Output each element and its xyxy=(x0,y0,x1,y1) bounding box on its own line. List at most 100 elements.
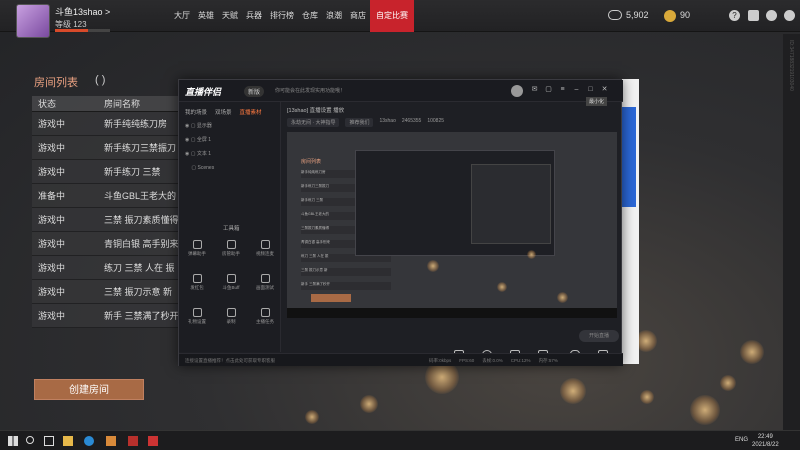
room-name: 斗鱼GBL王老大的 xyxy=(104,191,177,201)
bokeh-light xyxy=(360,395,378,413)
status-notice[interactable]: 连接设置直播推荐！点击此处可获取专职客服 xyxy=(185,358,275,364)
table-row[interactable]: 游戏中 新手 三禁满了秒开 xyxy=(32,304,180,328)
points-icon xyxy=(608,10,622,20)
windows-start-icon[interactable] xyxy=(8,436,18,446)
stream-preview[interactable]: 房间列表 新手纯纯练刀房 新手练刀三禁振刀 新手练刀 三禁 斗鱼GBL王老大的 … xyxy=(287,132,617,318)
nav-warehouse[interactable]: 仓库 xyxy=(298,0,322,32)
tool-douyu-buff[interactable]: 斗鱼Buff xyxy=(217,274,245,291)
fan-count: 100825 xyxy=(427,118,445,124)
table-row[interactable]: 准备中 斗鱼GBL王老大的 xyxy=(32,184,180,208)
mail-icon[interactable] xyxy=(748,10,759,21)
cloud-icon xyxy=(226,274,236,283)
red-packet-icon xyxy=(192,274,202,283)
game-app-icon[interactable] xyxy=(128,436,138,446)
tool-gift-settings[interactable]: 礼物设置 xyxy=(183,308,211,325)
category-pill[interactable]: 永劫无间 · 大神指导 xyxy=(287,118,340,127)
recommend-pill[interactable]: 推荐我们 xyxy=(345,118,374,127)
version-badge[interactable]: 新版 xyxy=(244,86,265,97)
search-icon[interactable] xyxy=(26,436,34,444)
task-view-icon[interactable] xyxy=(44,436,54,446)
column-status: 状态 xyxy=(38,99,57,109)
nav-weapons[interactable]: 兵器 xyxy=(242,0,266,32)
table-row[interactable]: 游戏中 三禁 振刀素质懂得 xyxy=(32,208,180,232)
clock-time: 22:49 xyxy=(757,434,773,440)
nav-leaderboard[interactable]: 排行榜 xyxy=(266,0,298,32)
store-icon[interactable] xyxy=(106,436,116,446)
tab-dual-scene[interactable]: 双场景 xyxy=(215,108,232,116)
tool-video-link[interactable]: 视频连麦 xyxy=(251,240,279,257)
refresh-icon[interactable]: ( ) xyxy=(95,74,105,86)
gear-icon[interactable] xyxy=(784,10,795,21)
nested-stream-window xyxy=(355,150,555,256)
stream-user-avatar[interactable] xyxy=(511,85,523,97)
tool-record[interactable]: 录制 xyxy=(217,308,245,325)
edge-browser-icon[interactable] xyxy=(84,436,94,446)
tool-danmaku-assistant[interactable]: 弹幕助手 xyxy=(183,240,211,257)
tool-host-tasks[interactable]: 主播任务 xyxy=(251,308,279,325)
menu-icon[interactable]: ≡ xyxy=(557,84,568,96)
room-name: 新手练刀 三禁 xyxy=(104,167,161,177)
clock[interactable]: 22:49 2021/8/22 xyxy=(752,433,779,449)
nav-custom-match[interactable]: 自定比赛 xyxy=(370,0,414,32)
maximize-icon[interactable]: □ xyxy=(585,84,596,96)
preview-create-button xyxy=(311,294,351,302)
stream-title-bar[interactable]: 直播伴侣 新版 你可能会在此发现实用功能哦！ ✉ ▢ ≡ – □ ✕ 最小化 xyxy=(179,80,623,106)
room-name: 青铜白银 高手别来 xyxy=(104,239,179,249)
mail-icon[interactable]: ✉ xyxy=(529,84,540,96)
window-controls: ✉ ▢ ≡ – □ ✕ xyxy=(529,84,610,96)
scene-source-row[interactable]: ◉ ▢ 文本 1 xyxy=(185,150,211,157)
coin-icon xyxy=(664,10,676,22)
username[interactable]: 斗鱼13shao > xyxy=(55,5,110,18)
background-browser-window[interactable] xyxy=(619,79,639,364)
start-live-button[interactable]: 开始直播 xyxy=(579,330,619,342)
table-row[interactable]: 游戏中 新手纯纯练刀房 xyxy=(32,112,180,136)
nav-heroes[interactable]: 英雄 xyxy=(194,0,218,32)
tool-red-packet[interactable]: 发红包 xyxy=(183,274,211,291)
tool-label: 主播任务 xyxy=(256,319,274,324)
streaming-app-icon[interactable] xyxy=(148,436,158,446)
main-nav: 大厅 英雄 天赋 兵器 排行榜 仓库 浪潮 商店 自定比赛 xyxy=(170,0,414,32)
scene-source-row[interactable]: ▢ Scenes xyxy=(185,164,214,171)
avatar[interactable] xyxy=(16,4,50,38)
file-explorer-icon[interactable] xyxy=(63,436,73,446)
stream-room-info[interactable]: [13shao] 直播设置 播放 xyxy=(287,106,344,114)
nav-wave[interactable]: 浪潮 xyxy=(322,0,346,32)
game-top-bar: 斗鱼13shao > 等级 123 大厅 英雄 天赋 兵器 排行榜 仓库 浪潮 … xyxy=(0,0,800,38)
bokeh-light xyxy=(557,292,568,303)
room-id: 2465355 xyxy=(401,118,422,124)
table-row[interactable]: 游戏中 青铜白银 高手别来 xyxy=(32,232,180,256)
scene-source-row[interactable]: ◉ ▢ 显示器 xyxy=(185,122,212,129)
memory-stat: 内存:57% xyxy=(538,358,558,363)
tab-my-scene[interactable]: 我的场景 xyxy=(185,108,207,116)
table-row[interactable]: 游戏中 练刀 三禁 人在 振 xyxy=(32,256,180,280)
room-table-body: 游戏中 新手纯纯练刀房 游戏中 新手练刀三禁振刀 游戏中 新手练刀 三禁 准备中 斗鱼G… xyxy=(32,112,180,328)
close-icon[interactable]: ✕ xyxy=(599,84,610,96)
table-row[interactable]: 游戏中 新手练刀三禁振刀 xyxy=(32,136,180,160)
scene-source-row[interactable]: ◉ ▢ 全屏 1 xyxy=(185,136,211,143)
minimize-icon[interactable]: – xyxy=(571,84,582,96)
tool-room-admin[interactable]: 房管助手 xyxy=(217,240,245,257)
streaming-app-window[interactable]: 直播伴侣 新版 你可能会在此发现实用功能哦！ ✉ ▢ ≡ – □ ✕ 最小化 我… xyxy=(178,79,623,366)
room-status: 游戏中 xyxy=(38,287,66,297)
task-icon xyxy=(260,308,270,317)
help-icon[interactable]: ? xyxy=(729,10,740,21)
bitrate-stat: 码率:0kbps xyxy=(429,358,452,363)
table-row[interactable]: 游戏中 三禁 振刀示意 新 xyxy=(32,280,180,304)
room-name: 三禁 振刀示意 新 xyxy=(104,287,173,297)
stream-notice[interactable]: 你可能会在此发现实用功能哦！ xyxy=(275,87,345,94)
nav-shop[interactable]: 商店 xyxy=(346,0,370,32)
desktop-screen: 斗鱼13shao > 等级 123 大厅 英雄 天赋 兵器 排行榜 仓库 浪潮 … xyxy=(0,0,800,450)
tool-label: 房管助手 xyxy=(222,251,240,256)
tab-live-assets[interactable]: 直播素材 xyxy=(240,108,262,116)
nav-talents[interactable]: 天赋 xyxy=(218,0,242,32)
preview-row: 新手 三禁满了秒开 xyxy=(301,282,391,290)
nav-lobby[interactable]: 大厅 xyxy=(170,0,194,32)
input-language[interactable]: ENG xyxy=(735,437,748,443)
tool-picture-test[interactable]: 画面测试 xyxy=(251,274,279,291)
bokeh-light xyxy=(720,375,736,391)
download-icon xyxy=(226,308,236,317)
message-icon[interactable]: ▢ xyxy=(543,84,554,96)
friends-icon[interactable] xyxy=(766,10,777,21)
create-room-button[interactable]: 创建房间 xyxy=(34,379,144,400)
table-row[interactable]: 游戏中 新手练刀 三禁 xyxy=(32,160,180,184)
